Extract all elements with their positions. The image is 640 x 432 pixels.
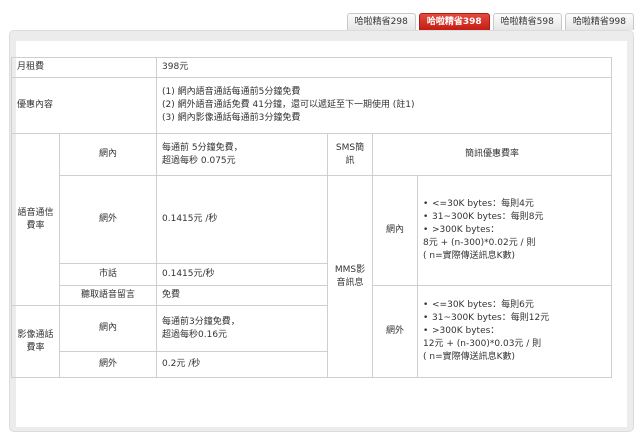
table-row-discount: 優惠內容 (1) 網內語音通話每通前5分鐘免費 (2) 網外語音通話免費 41分… (10, 77, 613, 134)
mms-offnet-rates: <=30K bytes：每則6元 31~300K bytes：每則12元 >30… (417, 285, 613, 378)
video-onnet-label: 網內 (58, 305, 158, 352)
voice-onnet-line-2: 超過每秒 0.075元 (162, 155, 236, 166)
table-row-voice-onnet: 語音通信費率 網內 每通前 5分鐘免費， 超過每秒 0.075元 SMS簡訊 簡… (11, 133, 613, 306)
voice-offnet-label: 網外 (58, 175, 158, 264)
voice-rate-label: 語音通信費率 (11, 133, 60, 306)
video-onnet-line-1: 每通前3分鐘免費， (162, 316, 240, 327)
table-row-monthly-fee: 月租費 398元 (10, 57, 613, 78)
monthly-fee-value: 398元 (156, 57, 613, 78)
tab-plan-998[interactable]: 哈啦精省998 (564, 13, 634, 30)
sms-label: SMS簡訊 (327, 133, 374, 176)
video-offnet-label: 網外 (58, 351, 158, 378)
video-onnet-line-2: 超過每秒0.16元 (162, 329, 228, 340)
voice-onnet-label: 網內 (58, 133, 158, 176)
discount-content: (1) 網內語音通話每通前5分鐘免費 (2) 網外語音通話免費 41分鐘，還可以… (156, 77, 613, 134)
video-offnet-value: 0.2元 /秒 (156, 351, 329, 378)
mms-offnet-tier-1: <=30K bytes：每則6元 (423, 299, 606, 312)
mms-label: MMS影音訊息 (327, 175, 374, 378)
table-row-voicemail: 聽取語音留言 免費 網外 <=30K bytes：每則6元 31~300K by… (12, 285, 613, 378)
voicemail-value: 免費 (156, 285, 329, 306)
discount-line-1: (1) 網內語音通話每通前5分鐘免費 (162, 87, 301, 97)
mms-onnet-label: 網內 (372, 175, 419, 286)
tab-plan-298[interactable]: 哈啦精省298 (346, 13, 416, 30)
discount-label: 優惠內容 (10, 77, 158, 134)
table-row-voice-offnet: 網外 0.1415元 /秒 MMS影音訊息 網內 <=30K bytes：每則4… (12, 175, 613, 378)
discount-line-3: (3) 網內影像通話每通前3分鐘免費 (162, 113, 301, 123)
tab-plan-598[interactable]: 哈啦精省598 (492, 13, 562, 30)
monthly-fee-label: 月租費 (10, 57, 158, 78)
mms-offnet-tier-3: >300K bytes： (423, 325, 606, 338)
plan-tabs: 哈啦精省298 哈啦精省398 哈啦精省598 哈啦精省998 (346, 13, 634, 30)
mms-onnet-rates: <=30K bytes：每則4元 31~300K bytes：每則8元 >300… (417, 175, 613, 286)
mms-offnet-formula: 12元 + (n-300)*0.03元 / 則 (423, 339, 542, 349)
voicemail-label: 聽取語音留言 (58, 285, 158, 306)
voice-offnet-value: 0.1415元 /秒 (156, 175, 329, 264)
mms-offnet-label: 網外 (372, 285, 419, 378)
mms-onnet-tier-1: <=30K bytes：每則4元 (423, 198, 606, 211)
mms-onnet-note: ( n=實際傳送訊息K數) (423, 251, 516, 261)
video-onnet-value: 每通前3分鐘免費， 超過每秒0.16元 (156, 305, 329, 352)
voice-onnet-line-1: 每通前 5分鐘免費， (162, 142, 243, 153)
landline-label: 市話 (58, 263, 158, 286)
mms-onnet-tier-3: >300K bytes： (423, 224, 606, 237)
mms-onnet-formula: 8元 + (n-300)*0.02元 / 則 (423, 238, 536, 248)
mms-offnet-tier-2: 31~300K bytes：每則12元 (423, 312, 606, 325)
video-rate-label: 影像通話費率 (11, 305, 60, 378)
rate-table: 月租費 398元 優惠內容 (1) 網內語音通話每通前5分鐘免費 (2) 網外語… (10, 57, 613, 378)
tab-plan-398[interactable]: 哈啦精省398 (418, 13, 490, 30)
discount-line-2: (2) 網外語音通話免費 41分鐘，還可以遞延至下一期使用 (註1) (162, 100, 415, 110)
sms-rate-link[interactable]: 簡訊優惠費率 (372, 133, 613, 176)
voice-onnet-value: 每通前 5分鐘免費， 超過每秒 0.075元 (156, 133, 329, 176)
landline-value: 0.1415元/秒 (156, 263, 329, 286)
mms-onnet-tier-2: 31~300K bytes：每則8元 (423, 211, 606, 224)
mms-offnet-note: ( n=實際傳送訊息K數) (423, 352, 516, 362)
